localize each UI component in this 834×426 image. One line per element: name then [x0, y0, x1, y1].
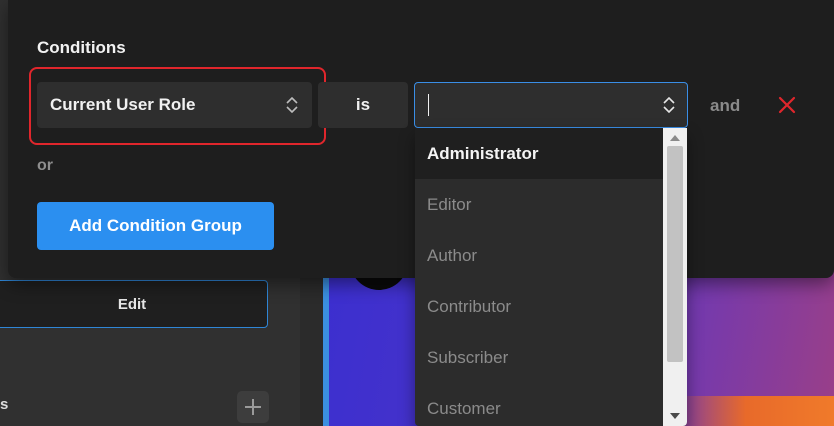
add-item-button[interactable] — [237, 391, 269, 423]
dropdown-option-author[interactable]: Author — [415, 230, 663, 281]
add-condition-group-button[interactable]: Add Condition Group — [37, 202, 274, 250]
dropdown-option-contributor[interactable]: Contributor — [415, 281, 663, 332]
scrollbar-thumb[interactable] — [667, 146, 683, 362]
or-label: or — [37, 157, 53, 174]
condition-field-value: Current User Role — [50, 95, 196, 114]
dropdown-scrollbar[interactable] — [663, 128, 687, 426]
close-icon — [778, 96, 796, 114]
dropdown-option-editor[interactable]: Editor — [415, 179, 663, 230]
condition-operator-select[interactable]: is — [318, 82, 408, 128]
arrow-up-icon[interactable] — [663, 130, 687, 146]
sidebar-section-label: s — [0, 396, 9, 413]
dropdown-option-subscriber[interactable]: Subscriber — [415, 332, 663, 383]
plus-icon — [245, 399, 261, 415]
and-button[interactable]: and — [710, 96, 740, 116]
condition-value-input[interactable] — [429, 95, 663, 115]
updown-chevron-icon — [663, 97, 675, 113]
dropdown-option-administrator[interactable]: Administrator — [415, 128, 663, 179]
remove-condition-button[interactable] — [776, 94, 798, 116]
condition-value-select[interactable] — [414, 82, 688, 128]
edit-button-label: Edit — [117, 295, 147, 313]
panel-title: Conditions — [37, 38, 126, 57]
dropdown-option-customer[interactable]: Customer — [415, 383, 663, 426]
dropdown-options: Administrator Editor Author Contributor … — [415, 128, 663, 426]
condition-operator-value: is — [355, 95, 371, 114]
value-dropdown: Administrator Editor Author Contributor … — [415, 128, 687, 426]
arrow-down-icon[interactable] — [663, 408, 687, 424]
condition-field-select[interactable]: Current User Role — [37, 82, 312, 128]
canvas-selection-edge — [323, 270, 329, 426]
edit-button[interactable]: Edit — [0, 280, 268, 328]
updown-chevron-icon — [286, 97, 298, 113]
